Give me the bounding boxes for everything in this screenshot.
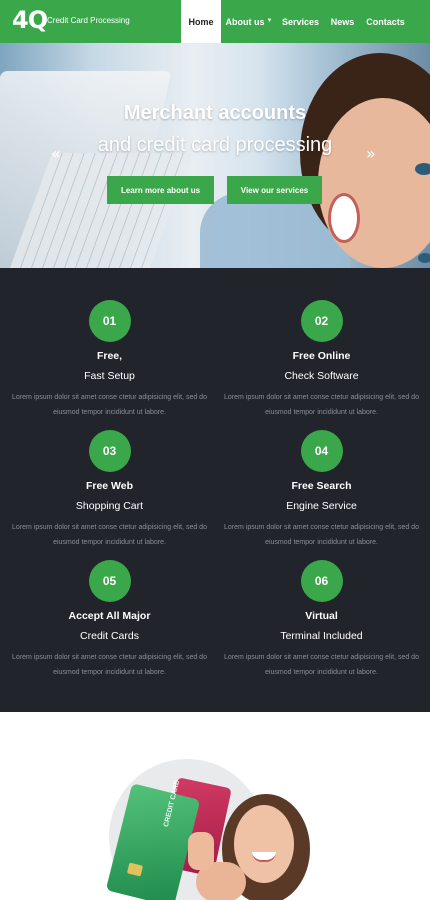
thumbs-up-icon	[188, 832, 214, 870]
logo-tagline: Credit Card Processing	[47, 16, 130, 25]
feature-item: 02 Free Online Check Software Lorem ipsu…	[214, 300, 429, 420]
feature-title: Free Search	[291, 480, 352, 492]
feature-description: Lorem ipsum dolor sit amet conse ctetur …	[12, 394, 207, 416]
nav-contacts-label: Contacts	[366, 16, 405, 27]
logo[interactable]: 4Q	[12, 6, 48, 34]
feature-description: Lorem ipsum dolor sit amet conse ctetur …	[12, 524, 207, 546]
feature-subtitle: Terminal Included	[280, 630, 363, 642]
feature-number-badge: 04	[300, 430, 343, 472]
hero-slider: Merchant accounts and credit card proces…	[0, 43, 430, 268]
feature-number-badge: 03	[88, 430, 131, 472]
nav-contacts[interactable]: Contacts	[361, 0, 410, 43]
hero-photo-eye	[415, 163, 430, 175]
feature-title: Virtual	[305, 610, 338, 622]
nav-home[interactable]: Home	[181, 0, 221, 43]
nav-services-label: Services	[281, 16, 320, 27]
features-section: 01 Free, Fast Setup Lorem ipsum dolor si…	[0, 268, 430, 712]
feature-subtitle: Shopping Cart	[75, 500, 144, 512]
site-header: 4Q Credit Card Processing Home About us …	[0, 0, 430, 43]
hero-title: Merchant accounts	[123, 102, 307, 124]
feature-subtitle: Fast Setup	[84, 370, 135, 382]
feature-number-badge: 05	[88, 560, 131, 602]
nav-about-us[interactable]: About us ▼	[221, 0, 277, 43]
feature-title: Free,	[96, 350, 123, 362]
feature-number-badge: 06	[300, 560, 343, 602]
feature-item: 03 Free Web Shopping Cart Lorem ipsum do…	[2, 430, 217, 550]
hero-photo-eye	[418, 253, 430, 263]
feature-title: Free Web	[85, 480, 134, 492]
view-services-button[interactable]: View our services	[227, 176, 322, 204]
hero-photo-smile	[328, 193, 360, 243]
feature-description: Lorem ipsum dolor sit amet conse ctetur …	[12, 654, 207, 676]
nav-services[interactable]: Services	[277, 0, 324, 43]
feature-item: 01 Free, Fast Setup Lorem ipsum dolor si…	[2, 300, 217, 420]
slider-next-icon[interactable]: »	[366, 144, 376, 163]
feature-number-badge: 01	[88, 300, 131, 342]
nav-news[interactable]: News	[324, 0, 361, 43]
nav-about-label: About us	[225, 16, 265, 27]
feature-title: Accept All Major	[68, 610, 151, 622]
feature-item: 06 Virtual Terminal Included Lorem ipsum…	[214, 560, 429, 680]
feature-item: 05 Accept All Major Credit Cards Lorem i…	[2, 560, 217, 680]
nav-home-label: Home	[188, 16, 214, 27]
main-nav: Home About us ▼ Services News Contacts	[181, 0, 410, 43]
chevron-down-icon: ▼	[266, 17, 273, 24]
feature-subtitle: Credit Cards	[80, 630, 139, 642]
feature-title: Free Online	[292, 350, 351, 362]
feature-description: Lorem ipsum dolor sit amet conse ctetur …	[224, 524, 419, 546]
feature-description: Lorem ipsum dolor sit amet conse ctetur …	[224, 394, 419, 416]
feature-description: Lorem ipsum dolor sit amet conse ctetur …	[224, 654, 419, 676]
learn-more-button[interactable]: Learn more about us	[107, 176, 214, 204]
feature-subtitle: Check Software	[284, 370, 359, 382]
feature-number-badge: 02	[300, 300, 343, 342]
feature-item: 04 Free Search Engine Service Lorem ipsu…	[214, 430, 429, 550]
nav-news-label: News	[330, 16, 355, 27]
feature-subtitle: Engine Service	[286, 500, 357, 512]
promo-image-section: CREDIT CARD	[0, 712, 430, 900]
slider-prev-icon[interactable]: «	[51, 144, 61, 163]
